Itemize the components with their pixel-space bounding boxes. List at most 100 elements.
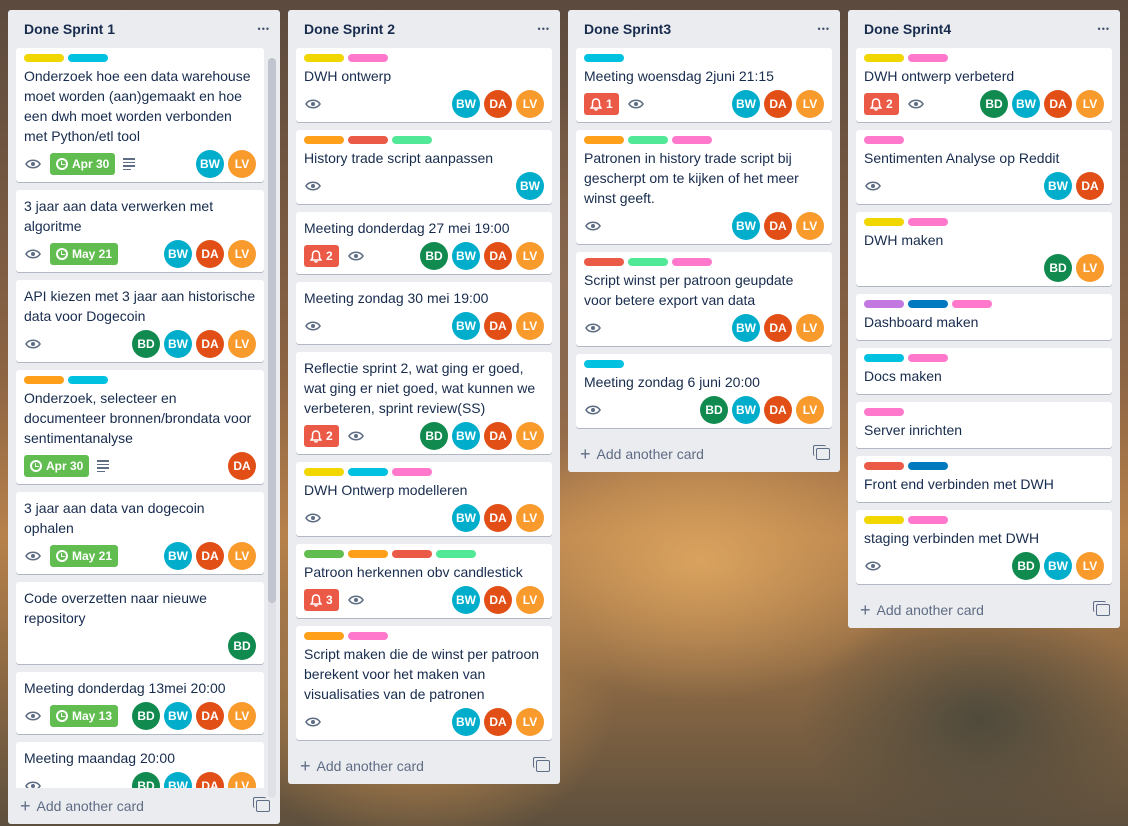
due-date-badge[interactable]: May 21	[50, 243, 119, 265]
avatar[interactable]: BW	[164, 330, 192, 358]
avatar[interactable]: BW	[1012, 90, 1040, 118]
card-label-red[interactable]	[392, 550, 432, 558]
avatar[interactable]: BW	[452, 312, 480, 340]
avatar[interactable]: BW	[732, 90, 760, 118]
avatar[interactable]: LV	[516, 90, 544, 118]
avatar[interactable]: DA	[484, 586, 512, 614]
avatar[interactable]: DA	[484, 422, 512, 450]
avatar[interactable]: BW	[164, 542, 192, 570]
avatar[interactable]: DA	[196, 330, 224, 358]
avatar[interactable]: DA	[196, 240, 224, 268]
card[interactable]: Code overzetten naar nieuwe repository BD	[16, 582, 264, 664]
add-card-button[interactable]: + Add another card	[568, 436, 840, 472]
avatar[interactable]: BW	[732, 212, 760, 240]
avatar[interactable]: LV	[1076, 254, 1104, 282]
avatar[interactable]: BW	[1044, 172, 1072, 200]
card-label-yellow[interactable]	[304, 54, 344, 62]
add-card-button[interactable]: + Add another card	[288, 748, 560, 784]
more-icon[interactable]: •••	[1098, 24, 1110, 34]
avatar[interactable]: LV	[516, 242, 544, 270]
card-label-pink[interactable]	[348, 54, 388, 62]
card[interactable]: Patroon herkennen obv candlestick 3 BW DA LV	[296, 544, 552, 618]
card-label-green[interactable]	[436, 550, 476, 558]
card-label-orange[interactable]	[584, 136, 624, 144]
avatar[interactable]: LV	[516, 422, 544, 450]
card-label-yellow[interactable]	[24, 54, 64, 62]
card-label-pink[interactable]	[348, 632, 388, 640]
avatar[interactable]: DA	[484, 504, 512, 532]
card[interactable]: Meeting donderdag 27 mei 19:00 2 BD BW DA LV	[296, 212, 552, 274]
avatar[interactable]: BW	[164, 702, 192, 730]
card-label-orange[interactable]	[24, 376, 64, 384]
avatar[interactable]: BD	[420, 242, 448, 270]
avatar[interactable]: LV	[228, 240, 256, 268]
card[interactable]: DWH ontwerp verbeterd 2 BD BW DA LV	[856, 48, 1112, 122]
card[interactable]: API kiezen met 3 jaar aan historische da…	[16, 280, 264, 362]
card[interactable]: Docs maken	[856, 348, 1112, 394]
avatar[interactable]: DA	[484, 90, 512, 118]
avatar[interactable]: LV	[228, 330, 256, 358]
avatar[interactable]: LV	[228, 702, 256, 730]
card-label-cyan[interactable]	[864, 354, 904, 362]
avatar[interactable]: LV	[796, 90, 824, 118]
card[interactable]: DWH Ontwerp modelleren BW DA LV	[296, 462, 552, 536]
avatar[interactable]: BW	[452, 708, 480, 736]
card-label-pink[interactable]	[952, 300, 992, 308]
avatar[interactable]: DA	[196, 772, 224, 788]
card-label-lime[interactable]	[304, 550, 344, 558]
due-date-badge[interactable]: Apr 30	[50, 153, 116, 175]
card-label-pink[interactable]	[908, 218, 948, 226]
card[interactable]: Meeting zondag 30 mei 19:00 BW DA LV	[296, 282, 552, 344]
avatar[interactable]: BD	[980, 90, 1008, 118]
more-icon[interactable]: •••	[538, 24, 550, 34]
avatar[interactable]: BW	[452, 586, 480, 614]
list-title[interactable]: Done Sprint 1	[24, 21, 115, 37]
card-label-yellow[interactable]	[864, 516, 904, 524]
card-label-pink[interactable]	[864, 136, 904, 144]
more-icon[interactable]: •••	[818, 24, 830, 34]
card-label-pink[interactable]	[908, 54, 948, 62]
add-card-button[interactable]: + Add another card	[8, 788, 280, 824]
card-label-pink[interactable]	[864, 408, 904, 416]
add-card-button[interactable]: + Add another card	[848, 592, 1120, 628]
card[interactable]: Onderzoek, selecteer en documenteer bron…	[16, 370, 264, 484]
avatar[interactable]: BD	[132, 702, 160, 730]
avatar[interactable]: LV	[1076, 552, 1104, 580]
list-title[interactable]: Done Sprint4	[864, 21, 951, 37]
avatar[interactable]: LV	[796, 212, 824, 240]
card-label-cyan[interactable]	[584, 360, 624, 368]
due-date-badge[interactable]: May 13	[50, 705, 119, 727]
due-date-badge[interactable]: Apr 30	[24, 455, 90, 477]
avatar[interactable]: BD	[420, 422, 448, 450]
avatar[interactable]: LV	[796, 314, 824, 342]
card-label-cyan[interactable]	[68, 376, 108, 384]
avatar[interactable]: DA	[484, 242, 512, 270]
avatar[interactable]: BW	[452, 90, 480, 118]
avatar[interactable]: BW	[164, 240, 192, 268]
avatar[interactable]: DA	[764, 90, 792, 118]
avatar[interactable]: BD	[132, 772, 160, 788]
card-label-blue[interactable]	[908, 300, 948, 308]
card-label-cyan[interactable]	[348, 468, 388, 476]
avatar[interactable]: DA	[484, 312, 512, 340]
card-label-orange[interactable]	[304, 632, 344, 640]
avatar[interactable]: BW	[732, 396, 760, 424]
card-label-red[interactable]	[348, 136, 388, 144]
template-icon[interactable]	[533, 757, 550, 772]
card[interactable]: 3 jaar aan data van dogecoin ophalen May …	[16, 492, 264, 574]
avatar[interactable]: DA	[196, 702, 224, 730]
avatar[interactable]: BW	[452, 422, 480, 450]
avatar[interactable]: DA	[764, 314, 792, 342]
card[interactable]: Reflectie sprint 2, wat ging er goed, wa…	[296, 352, 552, 454]
card[interactable]: 3 jaar aan data verwerken met algoritme M…	[16, 190, 264, 272]
avatar[interactable]: DA	[484, 708, 512, 736]
card[interactable]: DWH ontwerp BW DA LV	[296, 48, 552, 122]
card-label-yellow[interactable]	[304, 468, 344, 476]
card[interactable]: Meeting woensdag 2juni 21:15 1 BW DA LV	[576, 48, 832, 122]
card[interactable]: Meeting zondag 6 juni 20:00 BD BW DA LV	[576, 354, 832, 428]
card[interactable]: Server inrichten	[856, 402, 1112, 448]
avatar[interactable]: LV	[228, 772, 256, 788]
card-label-orange[interactable]	[304, 136, 344, 144]
card-label-yellow[interactable]	[864, 54, 904, 62]
avatar[interactable]: LV	[228, 542, 256, 570]
